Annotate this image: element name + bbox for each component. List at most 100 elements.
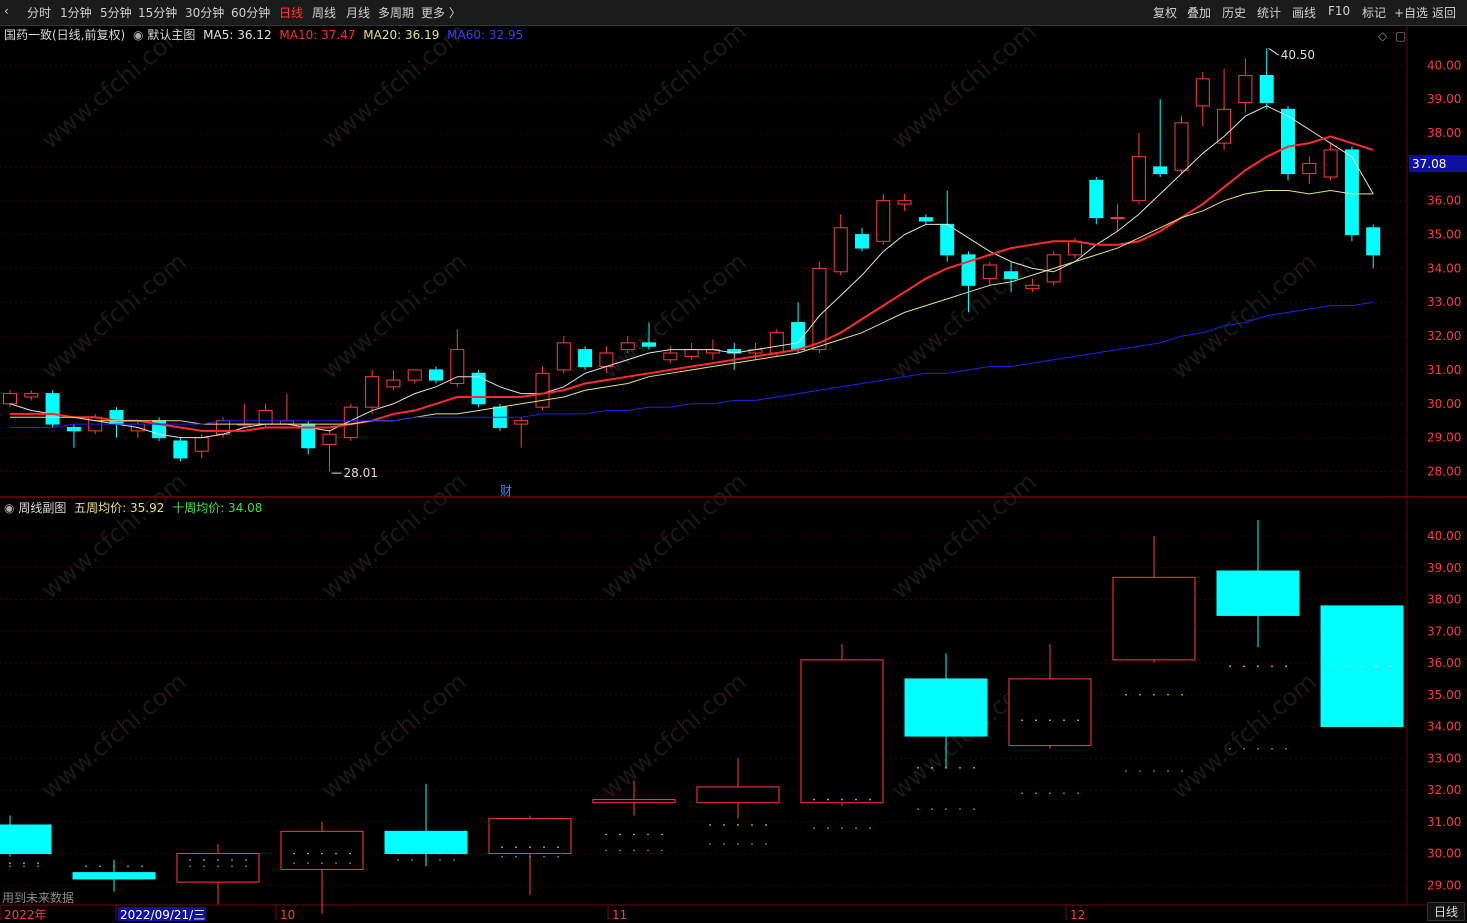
toolbar-button-6[interactable]: 标记 bbox=[1362, 4, 1386, 21]
weekly-ma-dot-1-1-0 bbox=[85, 865, 87, 868]
weekly-ma-dot-1-5-4 bbox=[557, 855, 559, 858]
watermark-8: www.cfchi.com bbox=[1166, 247, 1322, 384]
template-label[interactable]: 默认主图 bbox=[147, 28, 195, 42]
weekly-ma-dot-1-2-0 bbox=[189, 865, 191, 868]
weekly-ma-dot-0-3-2 bbox=[321, 852, 323, 855]
toolbar-button-4[interactable]: 画线 bbox=[1292, 4, 1316, 21]
template-icon[interactable]: ◉ bbox=[133, 28, 143, 42]
tab-5[interactable]: 60分钟 bbox=[231, 4, 270, 21]
weekly-ma-dot-0-11-4 bbox=[1181, 694, 1183, 696]
tab-8[interactable]: 月线 bbox=[346, 4, 370, 21]
weekly-ma-dot-0-3-4 bbox=[349, 852, 351, 855]
toolbar-button-3[interactable]: 统计 bbox=[1257, 4, 1281, 21]
main-candle-12 bbox=[258, 410, 273, 425]
weekly-ma-dot-0-4-2 bbox=[425, 852, 427, 855]
weekly-ma-dot-0-11-3 bbox=[1167, 694, 1169, 696]
weekly-ma-dot-1-11-1 bbox=[1139, 770, 1141, 772]
weekly-ma-dot-0-8-2 bbox=[841, 798, 843, 801]
back-arrow-icon[interactable]: ‹ bbox=[4, 4, 9, 18]
weekly-ma-dot-0-12-0 bbox=[1229, 665, 1231, 668]
weekly-ma-dot-1-8-1 bbox=[827, 827, 829, 829]
sub-ytick-2: 31.00 bbox=[1427, 815, 1461, 829]
main-candle-25 bbox=[535, 372, 550, 408]
weekly-ma-dot-0-4-1 bbox=[411, 852, 413, 855]
weekly-ma-dot-0-9-1 bbox=[931, 767, 933, 769]
main-ytick-12: 40.00 bbox=[1427, 58, 1461, 72]
weekly-ma-dot-0-8-3 bbox=[855, 798, 857, 801]
sub-candle-6 bbox=[592, 799, 676, 804]
sub-panel-icon[interactable]: ◉ bbox=[4, 501, 14, 515]
ma10w-label: 十周均价: 34.08 bbox=[172, 501, 263, 515]
panel-settings-icon: ▢ bbox=[1395, 29, 1406, 43]
sub-candle-2 bbox=[176, 853, 260, 883]
weekly-ma-dot-0-13-1 bbox=[1347, 665, 1349, 668]
weekly-ma-dot-0-7-3 bbox=[751, 824, 753, 826]
weekly-ma-dot-1-1-1 bbox=[99, 865, 101, 868]
period-indicator[interactable]: 日线 bbox=[1426, 902, 1465, 921]
toolbar-button-5[interactable]: F10 bbox=[1328, 4, 1350, 18]
main-ytick-6: 34.00 bbox=[1427, 261, 1461, 275]
weekly-ma-dot-1-2-2 bbox=[217, 865, 219, 868]
toolbar-button-7[interactable]: +自选 bbox=[1394, 4, 1428, 21]
weekly-ma-dot-1-1-3 bbox=[127, 865, 129, 868]
tab-3[interactable]: 15分钟 bbox=[138, 4, 177, 21]
main-candle-56 bbox=[1195, 78, 1210, 107]
weekly-ma-dot-1-8-4 bbox=[869, 827, 871, 829]
watermark-9: www.cfchi.com bbox=[36, 467, 192, 604]
tab-4[interactable]: 30分钟 bbox=[185, 4, 224, 21]
main-candle-62 bbox=[1323, 149, 1338, 178]
weekly-ma-dot-1-13-1 bbox=[1347, 722, 1349, 725]
main-candle-50 bbox=[1068, 240, 1082, 256]
weekly-ma-dot-1-13-4 bbox=[1389, 722, 1391, 725]
main-candle-42 bbox=[897, 200, 912, 205]
weekly-ma-dot-1-3-0 bbox=[293, 862, 295, 864]
weekly-ma-dot-1-6-1 bbox=[619, 849, 621, 852]
tab-2[interactable]: 5分钟 bbox=[100, 4, 132, 21]
main-candle-3 bbox=[66, 426, 81, 432]
weekly-ma-dot-0-8-0 bbox=[813, 798, 815, 801]
weekly-ma-dot-0-4-4 bbox=[453, 852, 455, 855]
toolbar-button-2[interactable]: 历史 bbox=[1222, 4, 1246, 21]
main-candle-24 bbox=[514, 420, 529, 425]
weekly-ma-dot-0-6-0 bbox=[605, 833, 607, 836]
weekly-ma-dot-1-2-3 bbox=[231, 865, 233, 868]
main-candle-64 bbox=[1366, 227, 1381, 256]
tab-7[interactable]: 周线 bbox=[312, 4, 336, 21]
toolbar-button-8[interactable]: 返回 bbox=[1432, 4, 1456, 21]
main-candle-28 bbox=[599, 352, 614, 368]
main-candle-31 bbox=[663, 352, 678, 361]
watermark-13: www.cfchi.com bbox=[36, 667, 192, 804]
weekly-ma-dot-0-5-1 bbox=[515, 846, 517, 848]
tab-9[interactable]: 多周期 bbox=[378, 4, 414, 21]
weekly-ma-dot-1-0-2 bbox=[9, 865, 11, 868]
weekly-ma-dot-1-12-0 bbox=[1229, 747, 1231, 750]
toolbar-button-0[interactable]: 复权 bbox=[1153, 4, 1177, 21]
weekly-ma-dot-0-12-3 bbox=[1271, 665, 1273, 668]
stock-title[interactable]: 国药一致(日线,前复权) bbox=[4, 28, 125, 42]
main-candle-37 bbox=[791, 322, 806, 351]
sub-candle-0 bbox=[0, 824, 52, 855]
sub-legend: ◉ 周线副图 五周均价: 35.92 十周均价: 34.08 bbox=[4, 499, 262, 516]
weekly-ma-dot-1-7-4 bbox=[765, 843, 767, 845]
main-candle-59 bbox=[1259, 74, 1274, 104]
sub-candle-10 bbox=[1008, 678, 1092, 747]
tab-1[interactable]: 1分钟 bbox=[60, 4, 92, 21]
toolbar-button-1[interactable]: 叠加 bbox=[1187, 4, 1211, 21]
main-legend: 国药一致(日线,前复权) ◉ 默认主图 MA5: 36.12 MA10: 37.… bbox=[4, 26, 523, 43]
sub-candle-8 bbox=[800, 659, 884, 804]
ma5w-label: 五周均价: 35.92 bbox=[74, 501, 165, 515]
tab-6[interactable]: 日线 bbox=[279, 4, 303, 21]
sub-candle-4 bbox=[384, 830, 468, 855]
tab-10[interactable]: 更多 〉 bbox=[421, 4, 461, 21]
tab-0[interactable]: 分时 bbox=[27, 4, 51, 21]
weekly-ma-dot-0-5-4 bbox=[557, 846, 559, 848]
main-candle-20 bbox=[429, 369, 443, 381]
main-candle-27 bbox=[578, 349, 593, 368]
sub-ytick-0: 29.00 bbox=[1427, 878, 1461, 892]
weekly-ma-dot-0-12-2 bbox=[1257, 665, 1259, 668]
sub-panel-title[interactable]: 周线副图 bbox=[18, 501, 66, 515]
main-ytick-0: 28.00 bbox=[1427, 464, 1461, 478]
diamond-icon: ◇ bbox=[1378, 29, 1388, 43]
weekly-ma-dot-1-6-4 bbox=[661, 849, 663, 852]
weekly-ma-dot-1-10-3 bbox=[1063, 792, 1065, 795]
